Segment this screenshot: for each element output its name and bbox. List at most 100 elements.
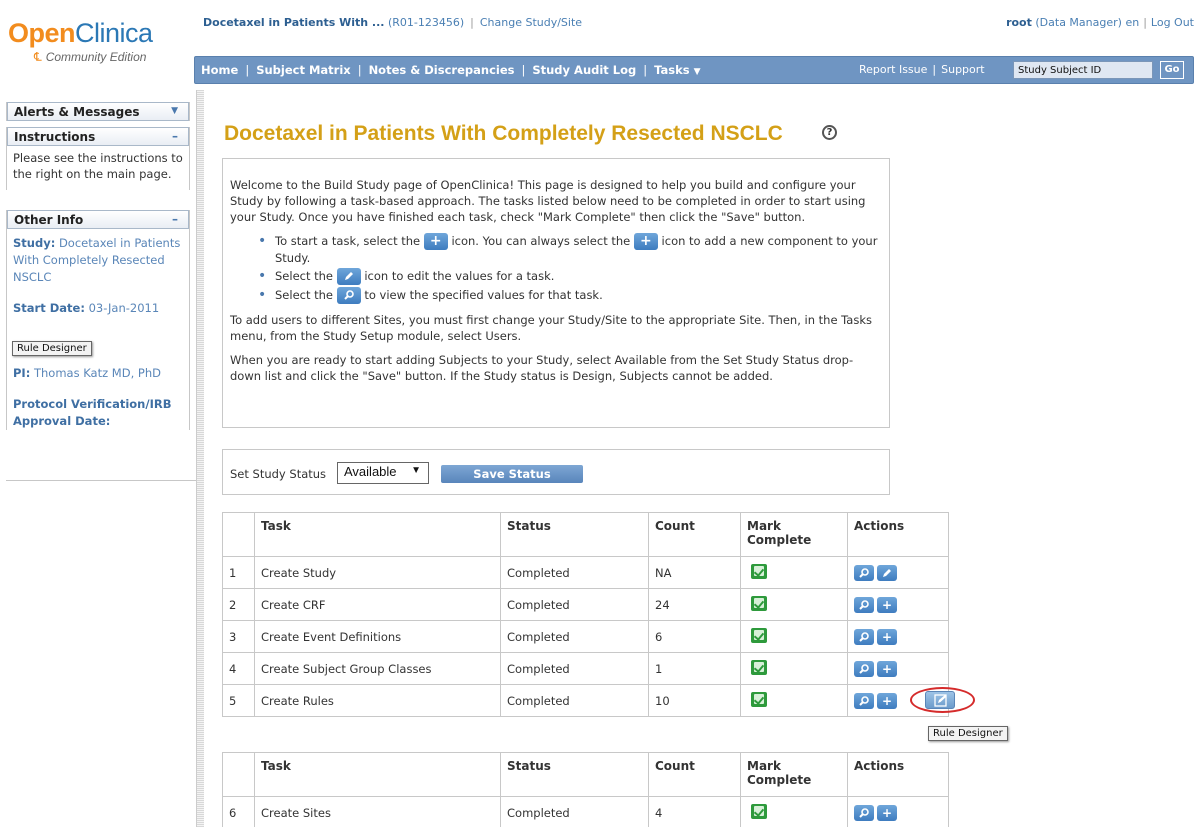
collapse-minus-icon[interactable]: – xyxy=(172,129,178,143)
add-plus-icon[interactable]: + xyxy=(877,660,897,677)
mark-complete-checkbox[interactable] xyxy=(751,803,767,819)
edition-label: Community Edition xyxy=(45,50,147,64)
add-plus-icon[interactable]: + xyxy=(877,804,897,821)
collapse-minus-icon[interactable]: – xyxy=(172,212,178,226)
study-status-box: Set Study Status Available ▼ Save Status xyxy=(222,449,890,495)
task-name: Create CRF xyxy=(254,588,501,621)
current-study-name[interactable]: Docetaxel in Patients With ... xyxy=(203,16,384,29)
alerts-title: Alerts & Messages xyxy=(14,105,140,119)
instruction-text: Select the xyxy=(275,288,334,302)
start-date-label: Start Date: xyxy=(13,301,85,315)
add-plus-icon[interactable]: + xyxy=(877,628,897,645)
actions-cell xyxy=(847,556,949,589)
view-magnifier-icon[interactable] xyxy=(854,660,874,677)
rule-designer-tooltip: Rule Designer xyxy=(928,726,1008,741)
task-number: 2 xyxy=(222,588,255,621)
task-number: 5 xyxy=(222,684,255,717)
task-status: Completed xyxy=(500,652,649,685)
alerts-header[interactable]: Alerts & Messages ▼ xyxy=(7,102,189,121)
task-name: Create Event Definitions xyxy=(254,620,501,653)
help-icon[interactable]: ? xyxy=(822,125,837,140)
task-count: 6 xyxy=(648,620,741,653)
instruction-text: Select the xyxy=(275,269,334,283)
actions-cell: + xyxy=(847,620,949,653)
table-row: 5 Create Rules Completed 10 + xyxy=(222,684,949,717)
edit-pencil-icon[interactable] xyxy=(877,564,897,581)
mark-complete-checkbox[interactable] xyxy=(751,659,767,675)
header-status: Status xyxy=(500,752,649,797)
instruction-item-add: To start a task, select the + icon. You … xyxy=(230,233,882,266)
mark-complete-cell xyxy=(740,796,848,827)
username[interactable]: root xyxy=(1006,16,1032,29)
view-magnifier-icon[interactable] xyxy=(854,564,874,581)
header-task: Task xyxy=(254,512,501,557)
view-magnifier-icon[interactable] xyxy=(854,628,874,645)
study-status-value: Available xyxy=(344,464,397,479)
mark-complete-cell xyxy=(740,556,848,589)
search-go-button[interactable]: Go xyxy=(1160,61,1184,79)
nav-home[interactable]: Home xyxy=(201,63,238,77)
other-info-header[interactable]: Other Info – xyxy=(7,210,189,229)
mark-complete-cell xyxy=(740,588,848,621)
support-link[interactable]: Support xyxy=(941,63,984,76)
sidebar: Alerts & Messages ▼ Instructions – Pleas… xyxy=(0,96,196,827)
task-name: Create Study xyxy=(254,556,501,589)
rule-designer-highlight-circle xyxy=(910,687,975,713)
study-subject-search-input[interactable] xyxy=(1013,61,1153,79)
instructions-title: Instructions xyxy=(14,130,96,144)
mark-complete-checkbox[interactable] xyxy=(751,563,767,579)
add-plus-icon[interactable]: + xyxy=(877,692,897,709)
mark-complete-checkbox[interactable] xyxy=(751,627,767,643)
instruction-text: icon to edit the values for a task. xyxy=(364,269,555,283)
mark-complete-checkbox[interactable] xyxy=(751,595,767,611)
separator: | xyxy=(643,63,648,77)
save-status-button[interactable]: Save Status xyxy=(441,465,583,483)
start-date-info: Start Date: 03-Jan-2011 xyxy=(7,300,189,317)
task-count: 10 xyxy=(648,684,741,717)
view-magnifier-icon[interactable] xyxy=(854,804,874,821)
add-icon: + xyxy=(633,233,658,250)
pi-label: PI: xyxy=(13,366,31,380)
add-plus-icon[interactable]: + xyxy=(877,596,897,613)
header-count: Count xyxy=(648,512,741,557)
user-role: (Data Manager) xyxy=(1035,16,1122,29)
dropdown-arrow-icon: ▼ xyxy=(411,465,421,476)
task-count: 1 xyxy=(648,652,741,685)
expand-arrow-icon[interactable]: ▼ xyxy=(171,106,178,116)
header-mark-complete: Mark Complete xyxy=(740,512,848,557)
instructions-header[interactable]: Instructions – xyxy=(7,127,189,146)
header-task: Task xyxy=(254,752,501,797)
separator: | xyxy=(932,63,937,76)
task-count: 24 xyxy=(648,588,741,621)
mark-complete-cell xyxy=(740,652,848,685)
alerts-panel: Alerts & Messages ▼ xyxy=(6,102,190,121)
nav-notes-discrepancies[interactable]: Notes & Discrepancies xyxy=(369,63,515,77)
study-status-select[interactable]: Available ▼ xyxy=(337,462,429,484)
openclinica-logo[interactable]: OpenClinica ℄ Community Edition xyxy=(8,18,188,78)
intro-paragraph-subjects: When you are ready to start adding Subje… xyxy=(230,353,854,383)
nav-subject-matrix[interactable]: Subject Matrix xyxy=(256,63,351,77)
task-number: 6 xyxy=(222,796,255,827)
mark-complete-checkbox[interactable] xyxy=(751,691,767,707)
view-magnifier-icon[interactable] xyxy=(854,596,874,613)
change-study-link[interactable]: Change Study/Site xyxy=(480,16,582,29)
sidebar-resize-handle[interactable] xyxy=(196,90,204,827)
instruction-list: To start a task, select the + icon. You … xyxy=(230,233,882,304)
task-count: 4 xyxy=(648,796,741,827)
view-magnifier-icon[interactable] xyxy=(854,692,874,709)
nav-tasks-label: Tasks xyxy=(654,63,690,77)
actions-cell: + xyxy=(847,652,949,685)
logo-text-open: Open xyxy=(8,18,76,48)
header-number xyxy=(222,512,255,557)
nav-tasks-menu[interactable]: Tasks ▼ xyxy=(654,63,700,77)
tasks-table-sites: Task Status Count Mark Complete Actions … xyxy=(222,752,949,827)
separator: | xyxy=(357,63,362,77)
rule-designer-tooltip-ghost: Rule Designer xyxy=(12,341,92,356)
logout-link[interactable]: Log Out xyxy=(1151,16,1194,29)
table-header-row: Task Status Count Mark Complete Actions xyxy=(222,752,949,797)
separator: | xyxy=(245,63,250,77)
nav-study-audit-log[interactable]: Study Audit Log xyxy=(532,63,636,77)
report-issue-link[interactable]: Report Issue xyxy=(859,63,927,76)
language-link[interactable]: en xyxy=(1125,16,1139,29)
actions-cell: + xyxy=(847,796,949,827)
